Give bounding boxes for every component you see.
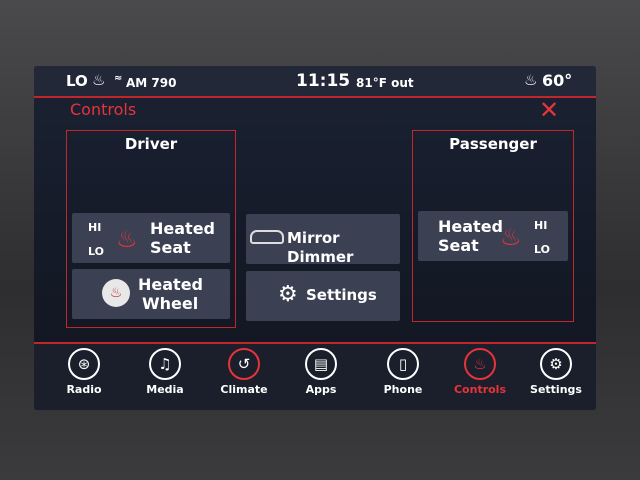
nav-label: Phone — [383, 383, 423, 396]
nav-item-apps[interactable]: ▤ Apps — [289, 348, 353, 396]
heated-wheel-icon: ♨ — [102, 279, 130, 307]
close-icon[interactable]: ✕ — [539, 98, 559, 122]
passenger-seat-label-line1: Heated — [438, 217, 503, 236]
nav-label: Settings — [530, 383, 582, 396]
passenger-seat-lo-label: LO — [534, 243, 550, 256]
passenger-heated-seat-button[interactable]: Heated Seat ♨ HI LO — [418, 211, 568, 261]
page-title: Controls — [70, 100, 137, 119]
nav-label: Radio — [66, 383, 102, 396]
heated-seat-icon: ♨ — [116, 225, 138, 253]
driver-seat-label-line2: Seat — [150, 238, 191, 257]
driver-seat-hi-label: HI — [88, 221, 102, 234]
status-bar: LO ♨ ≈ AM 790 11:15 81°F out ♨ 60° — [34, 66, 596, 98]
gear-icon: ⚙ — [540, 348, 572, 380]
nav-label: Media — [146, 383, 184, 396]
music-note-icon: ♫ — [149, 348, 181, 380]
bottom-nav-bar: ⊛ Radio ♫ Media ↺ Climate ▤ Apps ▯ Phone… — [34, 342, 596, 410]
passenger-panel: Passenger Heated Seat ♨ HI LO — [412, 130, 574, 322]
clock: 11:15 — [296, 71, 351, 91]
passenger-seat-label-line2: Seat — [438, 236, 479, 255]
infotainment-screen: LO ♨ ≈ AM 790 11:15 81°F out ♨ 60° Contr… — [34, 66, 596, 410]
driver-panel: Driver HI LO ♨ Heated Seat ♨ Heated Whee… — [66, 130, 236, 328]
settings-button[interactable]: ⚙ Settings — [246, 271, 400, 321]
nav-item-media[interactable]: ♫ Media — [133, 348, 197, 396]
driver-seat-label-line1: Heated — [150, 219, 215, 238]
mirror-icon — [250, 230, 284, 244]
driver-heated-seat-button[interactable]: HI LO ♨ Heated Seat — [72, 213, 230, 263]
heated-seat-icon: ♨ — [500, 223, 522, 251]
mirror-dimmer-button[interactable]: Mirror Dimmer — [246, 214, 400, 266]
outside-temperature: 81°F out — [356, 76, 414, 90]
set-temperature: 60° — [542, 71, 573, 90]
phone-icon: ▯ — [387, 348, 419, 380]
heated-wheel-button[interactable]: ♨ Heated Wheel — [72, 269, 230, 319]
nav-item-controls[interactable]: ♨ Controls — [448, 348, 512, 396]
signal-icon: ≈ — [114, 73, 123, 84]
heated-wheel-label-line1: Heated — [138, 275, 203, 294]
seat-fan-icon: ♨ — [524, 71, 538, 89]
radio-icon: ⊛ — [68, 348, 100, 380]
heated-seat-status-icon: ♨ — [92, 71, 106, 89]
nav-label: Apps — [305, 383, 337, 396]
nav-item-climate[interactable]: ↺ Climate — [212, 348, 276, 396]
climate-icon: ↺ — [228, 348, 260, 380]
mirror-dimmer-label: Mirror Dimmer — [287, 229, 354, 266]
gear-icon: ⚙ — [278, 282, 298, 307]
radio-source: AM 790 — [126, 76, 177, 90]
nav-item-phone[interactable]: ▯ Phone — [371, 348, 435, 396]
nav-item-radio[interactable]: ⊛ Radio — [52, 348, 116, 396]
heated-wheel-label-line2: Wheel — [142, 294, 199, 313]
driver-title: Driver — [124, 135, 178, 153]
passenger-seat-hi-label: HI — [534, 219, 548, 232]
fan-level: LO — [66, 72, 88, 90]
apps-icon: ▤ — [305, 348, 337, 380]
controls-icon: ♨ — [464, 348, 496, 380]
nav-item-settings[interactable]: ⚙ Settings — [524, 348, 588, 396]
nav-label: Controls — [453, 383, 507, 396]
settings-label: Settings — [306, 286, 377, 304]
driver-seat-lo-label: LO — [88, 245, 104, 258]
passenger-title: Passenger — [449, 135, 537, 153]
nav-label: Climate — [220, 383, 268, 396]
